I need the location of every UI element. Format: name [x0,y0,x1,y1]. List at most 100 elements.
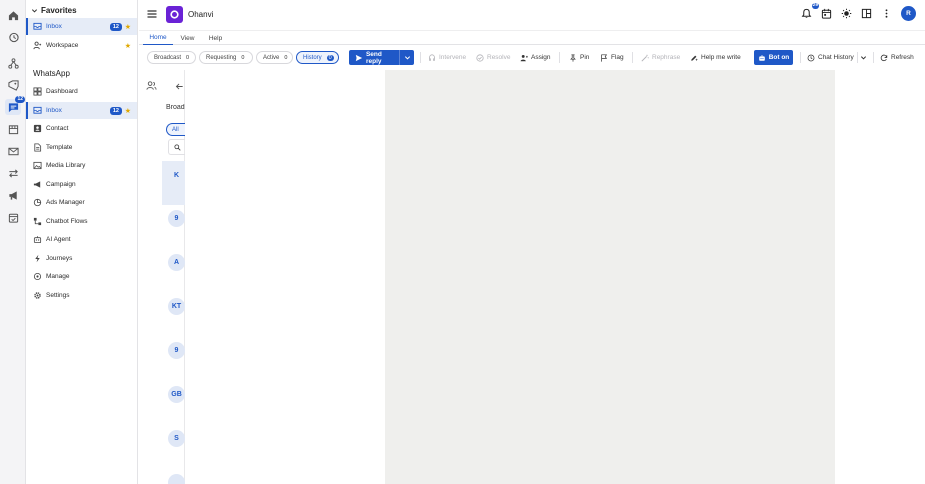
nav-item-ai-agent[interactable]: AI Agent [26,231,137,248]
chevron-down-icon[interactable] [400,54,414,61]
bell-icon[interactable]: 29 [799,3,819,21]
chevron-down-icon[interactable] [860,51,867,64]
list-heading: Broad [166,104,185,111]
filter-active[interactable]: Active 0 [256,51,293,64]
tab-home[interactable]: Home [143,31,173,45]
tab-view[interactable]: View [175,31,200,45]
conversation-row[interactable]: 9 [162,205,185,249]
nav-item-label: Journeys [46,255,73,262]
inbox-icon [33,106,42,115]
brightness-icon[interactable] [839,6,854,21]
settings-icon [33,291,42,300]
filter-count: 0 [241,54,245,61]
nav-item-label: Inbox [46,107,62,114]
transfer-icon[interactable] [5,165,21,181]
favorite-item-inbox[interactable]: Inbox 12 ★ [26,18,137,35]
nav-item-template[interactable]: Template [26,139,137,156]
contact-avatar [168,474,185,484]
network-icon[interactable] [5,55,21,71]
history-icon[interactable] [5,29,21,45]
filter-requesting[interactable]: Requesting 0 [199,51,253,64]
conversation-row[interactable]: GB [162,381,185,425]
nav-item-media-library[interactable]: Media Library [26,157,137,174]
bot-on-button[interactable]: Bot on [754,50,793,65]
nav-item-label: Settings [46,292,70,299]
nav-item-dashboard[interactable]: Dashboard [26,83,137,100]
nav-item-manage[interactable]: Manage [26,268,137,285]
resolve-label: Resolve [487,54,511,61]
media-icon [33,161,42,170]
store-icon[interactable] [5,121,21,137]
template-icon [33,143,42,152]
send-reply-button[interactable]: Send reply [349,50,414,65]
favorite-item-label: Inbox [46,23,62,30]
manage-icon [33,272,42,281]
assign-button[interactable]: Assign [520,51,551,64]
filter-label: Broadcast [154,54,182,61]
help-me-write-button[interactable]: Help me write [690,51,741,64]
refresh-icon [880,54,888,62]
star-icon[interactable]: ★ [125,107,131,115]
star-icon[interactable]: ★ [125,23,131,31]
nav-item-settings[interactable]: Settings [26,287,137,304]
toolbar: Broadcast 0 Requesting 0 Active 0 Histor… [139,46,925,70]
layout-panel-icon[interactable] [859,6,874,21]
nav-item-campaign[interactable]: Campaign [26,176,137,193]
contact-avatar: 9 [168,342,185,359]
filter-count: 0 [186,54,190,61]
calendar-icon[interactable] [819,6,834,21]
filter-broadcast[interactable]: Broadcast 0 [147,51,196,64]
contacts-icon[interactable] [146,80,157,91]
calendar-check-icon[interactable] [5,209,21,225]
pin-button[interactable]: Pin [569,51,589,64]
conversation-row[interactable]: A [162,249,185,293]
bot-on-label: Bot on [768,54,790,61]
conversation-row[interactable]: K [162,161,185,205]
nav-item-contact[interactable]: Contact [26,120,137,137]
search-icon [174,143,181,151]
refresh-button[interactable]: Refresh [880,51,914,64]
flag-button[interactable]: Flag [600,51,624,64]
resolve-button[interactable]: Resolve [476,51,510,64]
favorite-item-workspace[interactable]: Workspace ★ [26,37,137,54]
hamburger-menu-icon[interactable] [146,8,158,20]
nav-item-chatbot-flows[interactable]: Chatbot Flows [26,213,137,230]
toolbar-divider [800,52,801,63]
tab-help[interactable]: Help [203,31,228,45]
tags-icon[interactable] [5,77,21,93]
filter-all-chip[interactable]: All [166,123,185,136]
mail-icon[interactable] [5,143,21,159]
megaphone-icon[interactable] [5,187,21,203]
assign-label: Assign [531,54,551,61]
rephrase-label: Rephrase [652,54,681,61]
chat-icon[interactable]: 12 [5,96,25,115]
conversation-row[interactable]: S [162,425,185,469]
intervene-icon [428,53,436,62]
favorites-header[interactable]: Favorites [31,3,77,17]
chat-history-button[interactable]: Chat History [807,51,854,64]
search-input[interactable] [168,139,185,155]
home-icon[interactable] [5,7,21,23]
conversation-row[interactable]: KT [162,293,185,337]
more-vertical-icon[interactable] [879,6,894,21]
star-icon[interactable]: ★ [125,42,131,50]
notification-badge: 29 [811,3,819,9]
nav-item-label: Dashboard [46,88,78,95]
intervene-button[interactable]: Intervene [428,51,466,64]
assign-user-icon [520,54,528,62]
back-arrow-icon[interactable] [175,82,184,91]
rephrase-button[interactable]: Rephrase [641,51,680,64]
filter-history[interactable]: History 0 [296,51,339,64]
avatar[interactable]: R [901,6,916,21]
app-logo [166,6,183,23]
nav-item-ads-manager[interactable]: Ads Manager [26,194,137,211]
nav-item-label: Manage [46,273,70,280]
nav-item-label: Ads Manager [46,199,85,206]
conversation-row[interactable] [162,469,185,484]
flows-icon [33,217,42,226]
nav-item-inbox[interactable]: Inbox 12 ★ [26,102,137,119]
conversation-details-panel [186,70,385,484]
toolbar-divider [873,52,874,63]
nav-item-journeys[interactable]: Journeys [26,250,137,267]
conversation-row[interactable]: 9 [162,337,185,381]
